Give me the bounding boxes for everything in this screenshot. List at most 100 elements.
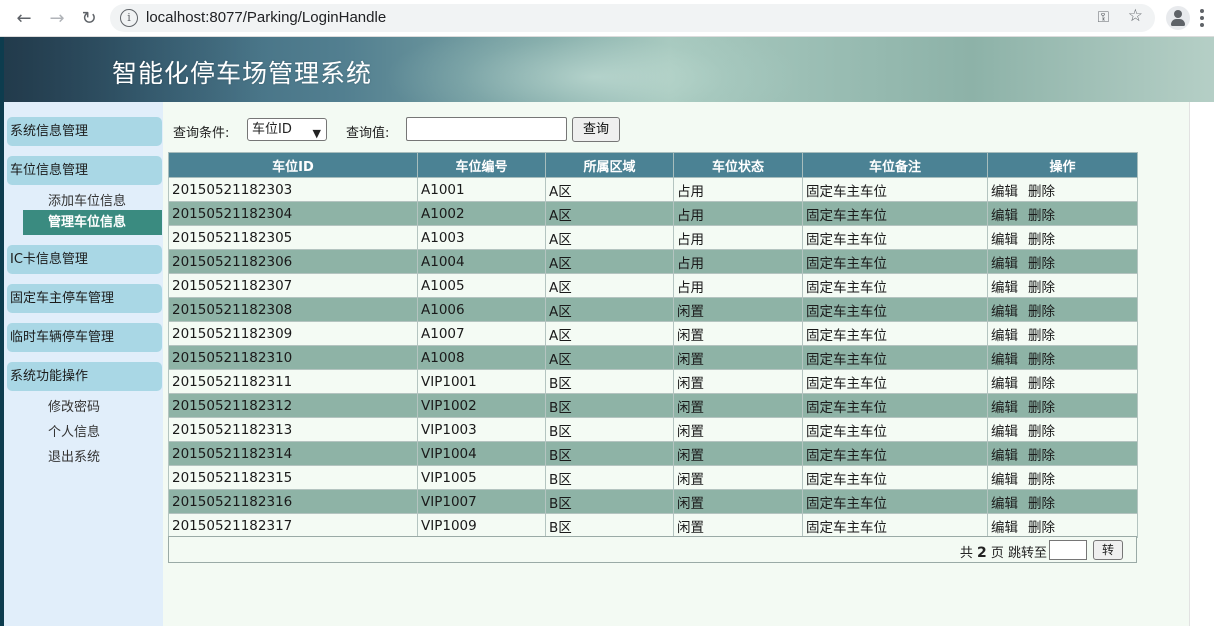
edit-link[interactable]: 编辑 [991, 448, 1018, 464]
delete-link[interactable]: 删除 [1028, 184, 1055, 200]
cell-space-number: VIP1007 [417, 489, 546, 514]
url-text[interactable]: localhost:8077/Parking/LoginHandle [146, 9, 386, 26]
cell-status: 闲置 [673, 297, 803, 322]
search-input[interactable] [406, 117, 567, 141]
cell-area: B区 [545, 465, 674, 490]
cell-actions: 编辑 删除 [987, 177, 1138, 202]
delete-link[interactable]: 删除 [1028, 424, 1055, 440]
sidebar-group-temp-vehicle[interactable]: 临时车辆停车管理 [7, 323, 162, 352]
cell-space-id: 20150521182315 [168, 465, 418, 490]
edit-link[interactable]: 编辑 [991, 400, 1018, 416]
search-button[interactable]: 查询 [572, 117, 620, 142]
delete-link[interactable]: 删除 [1028, 352, 1055, 368]
arrow-right-icon[interactable]: → [45, 6, 69, 30]
cell-status: 闲置 [673, 345, 803, 370]
sidebar-group-fixed-owner[interactable]: 固定车主停车管理 [7, 284, 162, 313]
sidebar-group-ic-card[interactable]: IC卡信息管理 [7, 245, 162, 274]
cell-status: 闲置 [673, 513, 803, 538]
profile-icon[interactable] [1166, 6, 1190, 30]
edit-link[interactable]: 编辑 [991, 424, 1018, 440]
edit-link[interactable]: 编辑 [991, 256, 1018, 272]
sidebar-item-manage-space[interactable]: 管理车位信息 [23, 210, 162, 235]
cell-actions: 编辑 删除 [987, 513, 1138, 538]
cell-area: A区 [545, 321, 674, 346]
cell-space-number: VIP1002 [417, 393, 546, 418]
edit-link[interactable]: 编辑 [991, 304, 1018, 320]
edit-link[interactable]: 编辑 [991, 208, 1018, 224]
delete-link[interactable]: 删除 [1028, 448, 1055, 464]
table-row: 20150521182303 A1001 A区 占用 固定车主车位 编辑 删除 [168, 177, 1138, 202]
delete-link[interactable]: 删除 [1028, 376, 1055, 392]
cell-remark: 固定车主车位 [802, 177, 988, 202]
pager-prefix: 共 [959, 546, 973, 561]
delete-link[interactable]: 删除 [1028, 232, 1055, 248]
cell-space-id: 20150521182316 [168, 489, 418, 514]
cell-status: 占用 [673, 273, 803, 298]
edit-link[interactable]: 编辑 [991, 184, 1018, 200]
cell-remark: 固定车主车位 [802, 513, 988, 538]
cell-actions: 编辑 删除 [987, 393, 1138, 418]
sidebar-group-system-ops[interactable]: 系统功能操作 [7, 362, 162, 391]
sidebar-group-space-info[interactable]: 车位信息管理 [7, 156, 162, 185]
condition-select-value: 车位ID [252, 122, 292, 137]
key-icon[interactable]: ⚿ [1098, 8, 1109, 26]
cell-area: A区 [545, 345, 674, 370]
cell-status: 闲置 [673, 441, 803, 466]
cell-space-number: A1008 [417, 345, 546, 370]
page-jump-button[interactable]: 转 [1093, 540, 1123, 560]
cell-area: B区 [545, 369, 674, 394]
sidebar-group-system-info[interactable]: 系统信息管理 [7, 117, 162, 146]
cell-area: B区 [545, 513, 674, 538]
browser-toolbar: ← → ↻ i localhost:8077/Parking/LoginHand… [0, 0, 1214, 37]
cell-space-number: VIP1009 [417, 513, 546, 538]
cell-actions: 编辑 删除 [987, 441, 1138, 466]
delete-link[interactable]: 删除 [1028, 208, 1055, 224]
cell-remark: 固定车主车位 [802, 321, 988, 346]
cell-space-number: VIP1005 [417, 465, 546, 490]
delete-link[interactable]: 删除 [1028, 280, 1055, 296]
page-jump-input[interactable] [1049, 540, 1087, 560]
edit-link[interactable]: 编辑 [991, 328, 1018, 344]
cell-status: 闲置 [673, 465, 803, 490]
sidebar-item-profile[interactable]: 个人信息 [48, 421, 100, 440]
table-row: 20150521182313 VIP1003 B区 闲置 固定车主车位 编辑 删除 [168, 417, 1138, 442]
condition-select[interactable]: 车位ID ▼ [247, 118, 327, 141]
table-row: 20150521182309 A1007 A区 闲置 固定车主车位 编辑 删除 [168, 321, 1138, 346]
cell-area: B区 [545, 393, 674, 418]
cell-space-number: A1002 [417, 201, 546, 226]
table-row: 20150521182311 VIP1001 B区 闲置 固定车主车位 编辑 删除 [168, 369, 1138, 394]
cell-space-id: 20150521182309 [168, 321, 418, 346]
edit-link[interactable]: 编辑 [991, 520, 1018, 536]
delete-link[interactable]: 删除 [1028, 328, 1055, 344]
cell-area: A区 [545, 273, 674, 298]
reload-icon[interactable]: ↻ [77, 6, 101, 30]
delete-link[interactable]: 删除 [1028, 496, 1055, 512]
edit-link[interactable]: 编辑 [991, 496, 1018, 512]
table-row: 20150521182316 VIP1007 B区 闲置 固定车主车位 编辑 删除 [168, 489, 1138, 514]
sidebar-item-logout[interactable]: 退出系统 [48, 446, 100, 465]
cell-area: A区 [545, 297, 674, 322]
delete-link[interactable]: 删除 [1028, 400, 1055, 416]
edit-link[interactable]: 编辑 [991, 352, 1018, 368]
more-menu-icon[interactable] [1200, 9, 1204, 27]
delete-link[interactable]: 删除 [1028, 304, 1055, 320]
cell-space-number: A1003 [417, 225, 546, 250]
sidebar-item-change-password[interactable]: 修改密码 [48, 396, 100, 415]
star-icon[interactable]: ☆ [1128, 6, 1143, 26]
edit-link[interactable]: 编辑 [991, 280, 1018, 296]
cell-area: B区 [545, 417, 674, 442]
delete-link[interactable]: 删除 [1028, 520, 1055, 536]
delete-link[interactable]: 删除 [1028, 472, 1055, 488]
address-bar[interactable]: i localhost:8077/Parking/LoginHandle ⚿ ☆ [110, 4, 1155, 32]
edit-link[interactable]: 编辑 [991, 376, 1018, 392]
cell-actions: 编辑 删除 [987, 369, 1138, 394]
cell-space-number: A1001 [417, 177, 546, 202]
cell-space-id: 20150521182314 [168, 441, 418, 466]
arrow-left-icon[interactable]: ← [12, 6, 36, 30]
edit-link[interactable]: 编辑 [991, 472, 1018, 488]
info-icon[interactable]: i [120, 9, 138, 27]
edit-link[interactable]: 编辑 [991, 232, 1018, 248]
sidebar-item-add-space[interactable]: 添加车位信息 [48, 190, 126, 209]
delete-link[interactable]: 删除 [1028, 256, 1055, 272]
cell-remark: 固定车主车位 [802, 273, 988, 298]
